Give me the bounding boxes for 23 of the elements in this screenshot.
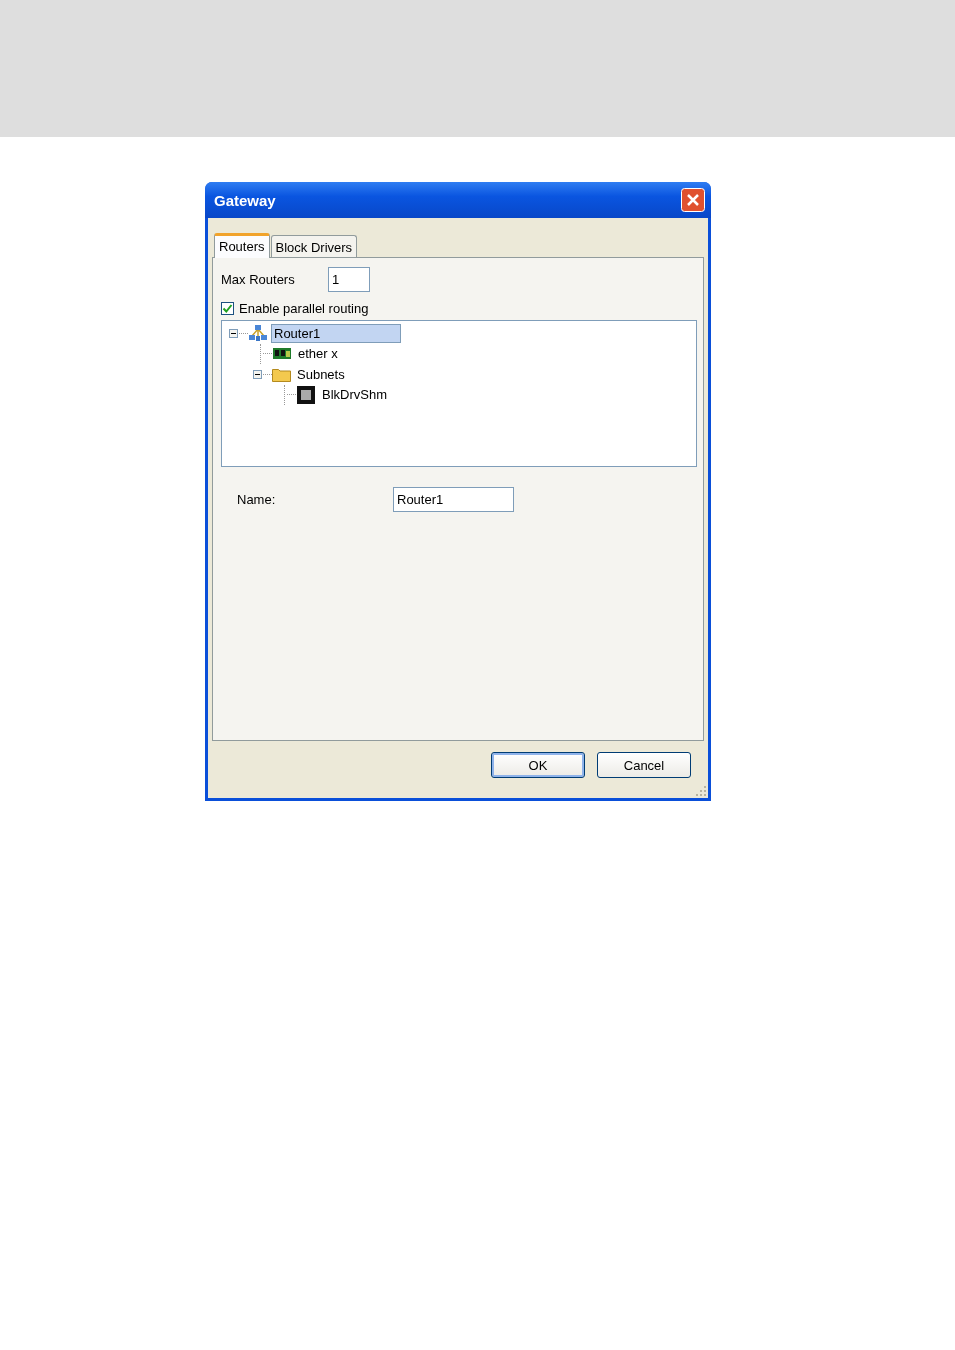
folder-icon (272, 366, 291, 382)
tree-item[interactable]: BlkDrvShm (319, 385, 390, 405)
checkbox-label: Enable parallel routing (239, 300, 369, 316)
collapse-icon[interactable] (229, 328, 238, 338)
tree-item[interactable]: ether x (295, 344, 341, 364)
close-icon[interactable] (681, 188, 705, 212)
network-card-icon (272, 346, 292, 361)
collapse-icon[interactable] (253, 369, 262, 379)
network-icon (248, 324, 268, 343)
max-routers-label: Max Routers (221, 271, 296, 287)
resize-grip-icon[interactable] (696, 786, 706, 796)
name-field[interactable]: Router1 (393, 487, 514, 512)
tab[interactable]: Block Drivers (270, 235, 358, 257)
chip-icon (296, 384, 316, 405)
max-routers-field[interactable]: 1 (328, 266, 370, 292)
checkbox[interactable] (221, 301, 234, 315)
tree-item[interactable]: Router1 (271, 323, 401, 343)
ok-button[interactable]: OK (491, 752, 585, 778)
window-title: Gateway (214, 191, 276, 209)
name-label: Name: (237, 492, 277, 507)
tab[interactable]: Routers (214, 233, 270, 258)
cancel-button[interactable]: Cancel (597, 752, 691, 778)
tree-item[interactable]: Subnets (294, 364, 348, 384)
